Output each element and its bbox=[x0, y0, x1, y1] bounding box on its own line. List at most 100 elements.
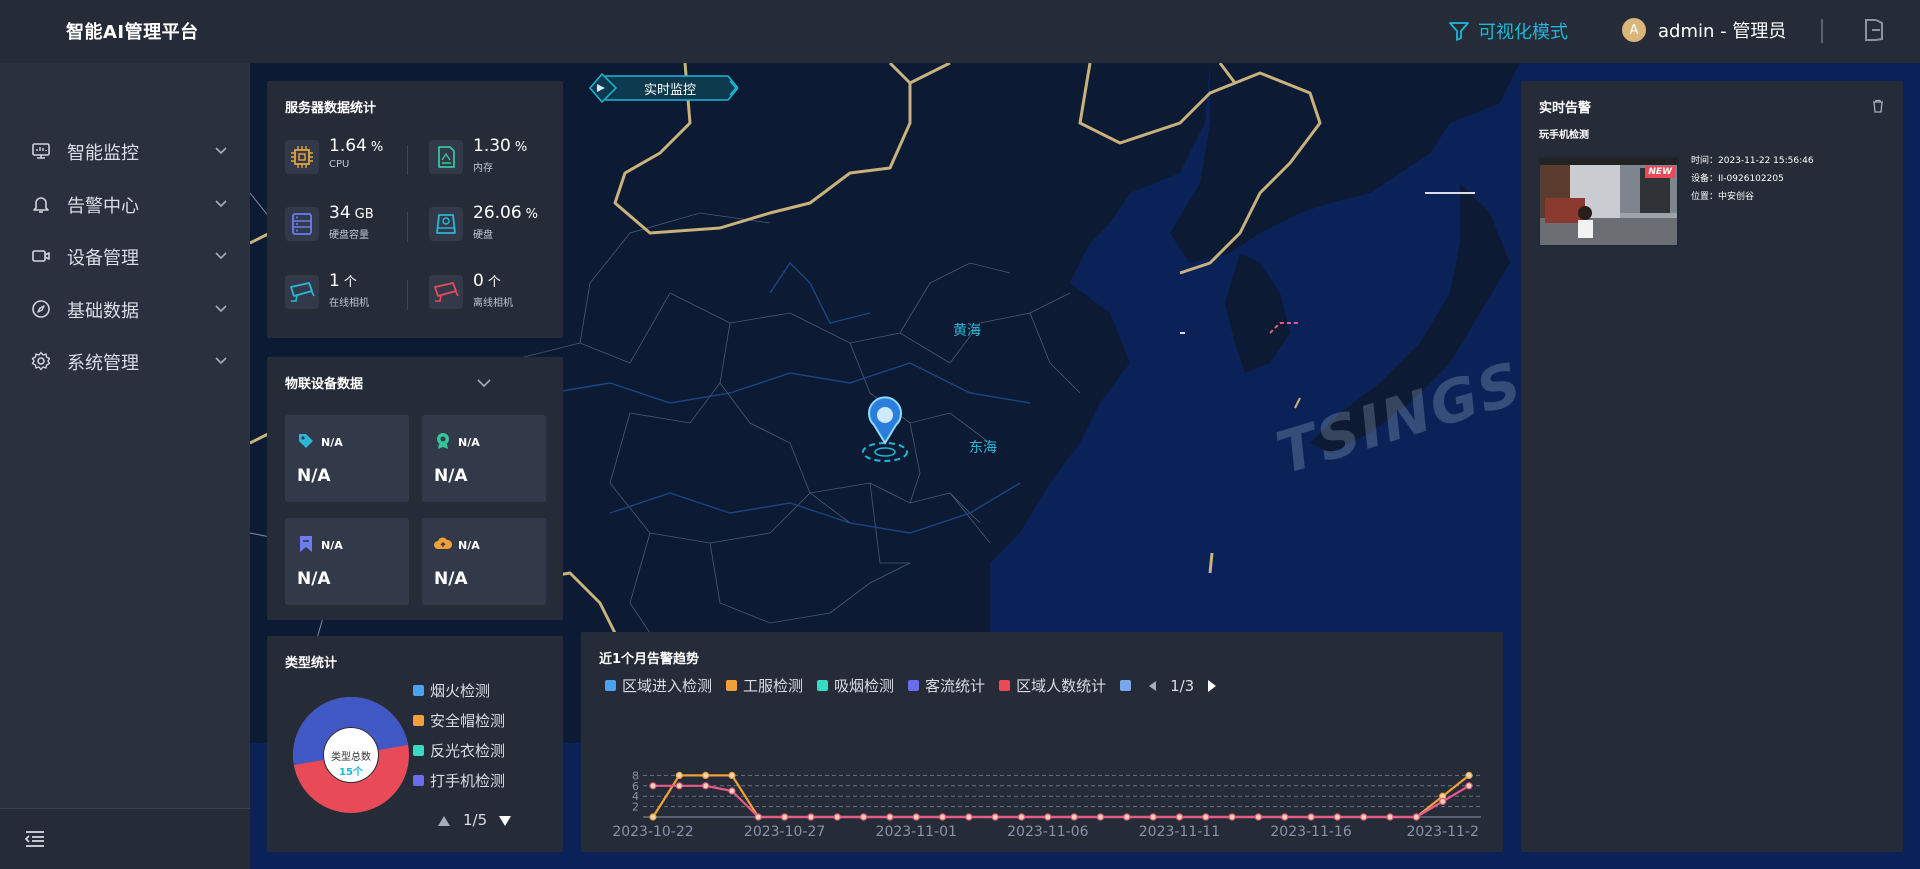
iot-card[interactable]: N/A N/A bbox=[285, 518, 409, 605]
realtime-monitor-label: 实时监控 bbox=[644, 83, 697, 98]
sidebar-item-base-data[interactable]: 基础数据 bbox=[0, 289, 250, 329]
iot-card-label: N/A bbox=[321, 539, 343, 552]
legend-swatch bbox=[413, 685, 424, 696]
compass-icon bbox=[32, 300, 50, 318]
stat-label: 硬盘容量 bbox=[329, 230, 369, 241]
server-icon bbox=[285, 207, 319, 241]
realtime-monitor-badge[interactable]: 实时监控 bbox=[588, 73, 738, 103]
sidebar-item-system[interactable]: 系统管理 bbox=[0, 341, 250, 381]
iot-card[interactable]: N/A N/A bbox=[285, 415, 409, 502]
data-point bbox=[754, 813, 762, 821]
chevron-down-icon bbox=[215, 357, 227, 365]
panel-title: 类型统计 bbox=[285, 656, 338, 671]
data-point bbox=[675, 771, 683, 780]
iot-card-value: N/A bbox=[434, 569, 468, 589]
data-point bbox=[675, 782, 683, 790]
legend-next-icon[interactable] bbox=[1208, 679, 1217, 692]
type-legend-item[interactable]: 安全帽检测 bbox=[413, 710, 505, 731]
trash-icon[interactable] bbox=[1871, 99, 1885, 113]
bookmark-icon bbox=[300, 536, 312, 552]
legend-swatch bbox=[1120, 680, 1132, 691]
stat-value: 0 bbox=[473, 271, 484, 291]
pager-up-icon[interactable] bbox=[437, 815, 451, 827]
iot-card-label: N/A bbox=[458, 436, 480, 449]
legend-swatch bbox=[605, 680, 616, 691]
x-tick-label: 2023-10-22 bbox=[612, 824, 693, 840]
trend-line-chart: 24682023-10-22 2023-10-27 2023-11-01 2023-1… bbox=[612, 769, 1481, 840]
data-point bbox=[1465, 782, 1473, 790]
server-stats-panel: 服务器数据统计 1.64% CPU 1.30% 内存 34 GB 硬盘容量 26.… bbox=[267, 81, 563, 338]
iot-card-value: N/A bbox=[297, 569, 331, 589]
alarm-snapshot[interactable]: NEW bbox=[1538, 156, 1679, 247]
cloud-icon bbox=[434, 537, 452, 549]
legend-prev-icon[interactable] bbox=[1149, 680, 1157, 691]
data-point bbox=[1465, 771, 1473, 780]
iot-card-value: N/A bbox=[434, 466, 468, 486]
badge-icon bbox=[437, 433, 449, 449]
sidebar-item-label: 告警中心 bbox=[67, 196, 139, 217]
x-tick-label: 2023-11-01 bbox=[876, 824, 957, 840]
data-point bbox=[1123, 813, 1131, 821]
data-point bbox=[702, 782, 710, 790]
sidebar-item-label: 系统管理 bbox=[67, 353, 139, 374]
data-point bbox=[1017, 813, 1026, 821]
y-tick-label: 8 bbox=[632, 769, 639, 782]
pager-down-icon[interactable] bbox=[498, 815, 512, 827]
stat-value: 1 bbox=[329, 271, 340, 291]
alarm-time: 时间：2023-11-22 15:56:46 bbox=[1691, 156, 1814, 166]
data-point bbox=[833, 813, 841, 821]
collapse-menu-icon[interactable] bbox=[24, 829, 46, 849]
sidebar-item-monitoring[interactable]: 智能监控 bbox=[0, 131, 250, 171]
stat-unit: % bbox=[525, 207, 539, 222]
stat-disk-capacity: 34 GB 硬盘容量 bbox=[285, 203, 405, 253]
stat-unit: 个 bbox=[487, 275, 501, 290]
stat-label: 硬盘 bbox=[473, 230, 493, 241]
data-point bbox=[859, 813, 868, 821]
chevron-down-icon[interactable] bbox=[476, 377, 492, 389]
trend-legend-item[interactable] bbox=[1120, 680, 1132, 691]
visualization-mode-button[interactable]: 可视化模式 bbox=[1448, 18, 1568, 44]
data-point bbox=[1096, 813, 1105, 821]
data-point bbox=[1149, 813, 1157, 821]
type-legend-item[interactable]: 反光衣检测 bbox=[413, 740, 505, 761]
header-divider bbox=[1821, 19, 1823, 43]
stat-unit: 个 bbox=[343, 275, 357, 290]
legend-swatch bbox=[726, 680, 738, 691]
iot-card[interactable]: N/A N/A bbox=[422, 415, 546, 502]
tag-icon bbox=[299, 434, 313, 448]
type-stats-panel: 类型统计 类型总数 15个 烟火检测 安全帽检测 反光衣检测 打手机检测 1/5 bbox=[267, 636, 563, 852]
filter-icon bbox=[1449, 22, 1469, 41]
x-tick-label: 2023-11-06 bbox=[1007, 824, 1088, 840]
series-line-1 bbox=[653, 784, 1470, 819]
stat-unit: % bbox=[370, 140, 384, 155]
data-point bbox=[1044, 813, 1052, 821]
panel-title: 近1个月告警趋势 bbox=[599, 652, 700, 667]
sidebar-item-label: 设备管理 bbox=[67, 248, 139, 269]
user-menu[interactable]: A admin - 管理员 bbox=[1622, 17, 1786, 43]
sidebar-item-label: 基础数据 bbox=[67, 301, 139, 322]
sidebar-item-alarms[interactable]: 告警中心 bbox=[0, 184, 250, 224]
stat-value: 1.30 bbox=[473, 136, 511, 156]
type-legend-item[interactable]: 烟火检测 bbox=[413, 680, 490, 701]
alarm-location: 位置：中安创谷 bbox=[1691, 192, 1755, 202]
stat-offline-cameras: 0个 离线相机 bbox=[429, 271, 549, 321]
stat-unit: % bbox=[514, 140, 528, 155]
app-logo: 智能AI管理平台 bbox=[66, 22, 199, 43]
type-pager-label: 1/5 bbox=[463, 811, 488, 829]
iot-card-label: N/A bbox=[321, 436, 343, 449]
panel-title: 实时告警 bbox=[1539, 101, 1592, 116]
data-point bbox=[1412, 813, 1420, 821]
legend-label: 反光衣检测 bbox=[430, 742, 506, 760]
sidebar-item-devices[interactable]: 设备管理 bbox=[0, 236, 250, 276]
type-legend-item[interactable]: 打手机检测 bbox=[413, 770, 505, 791]
chevron-down-icon bbox=[215, 200, 227, 208]
legend-swatch bbox=[413, 715, 424, 726]
data-point bbox=[938, 813, 947, 821]
logout-icon[interactable] bbox=[1862, 17, 1886, 43]
data-point bbox=[991, 813, 999, 821]
panel-title: 服务器数据统计 bbox=[285, 101, 377, 116]
iot-card[interactable]: N/A N/A bbox=[422, 518, 546, 605]
data-point bbox=[1070, 813, 1078, 821]
iot-card-label: N/A bbox=[458, 539, 480, 552]
camera-online-icon bbox=[285, 275, 319, 309]
